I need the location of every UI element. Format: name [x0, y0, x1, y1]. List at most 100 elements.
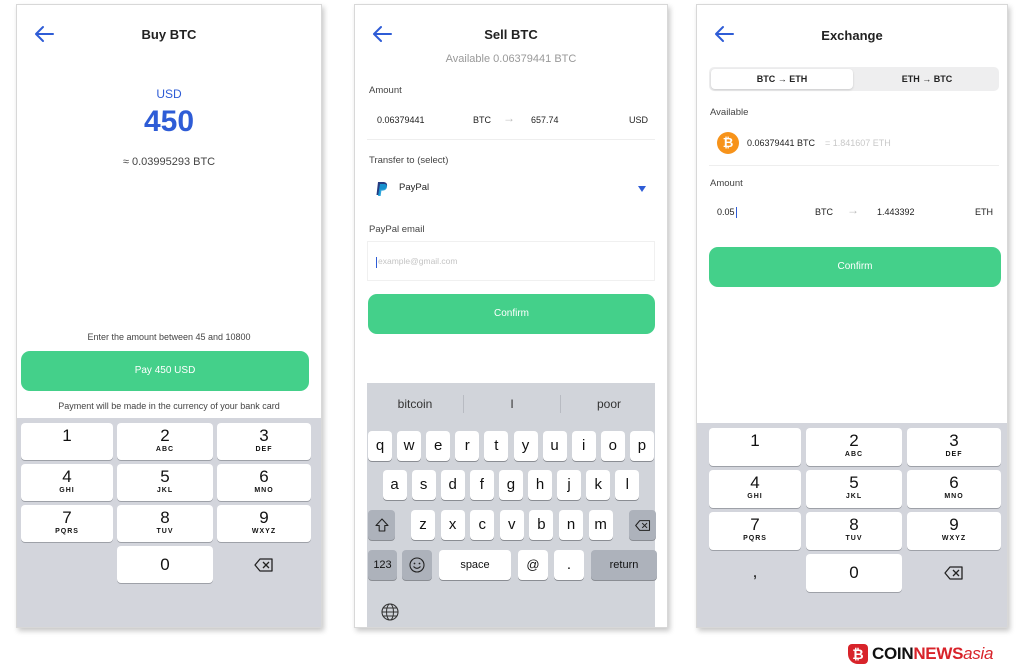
key-s[interactable]: s	[411, 470, 436, 500]
key-v[interactable]: v	[499, 510, 524, 540]
key-w[interactable]: w	[397, 431, 422, 461]
divider	[367, 139, 655, 140]
key-t[interactable]: t	[484, 431, 509, 461]
key-c[interactable]: c	[470, 510, 495, 540]
key-7[interactable]: 7 PQRS	[21, 505, 113, 542]
suggestion-2[interactable]: I	[464, 397, 560, 411]
backspace-icon	[944, 566, 963, 580]
key-q[interactable]: q	[368, 431, 392, 461]
key-2[interactable]: 2 ABC	[806, 428, 902, 466]
key-0[interactable]: 0	[806, 554, 902, 592]
key-7[interactable]: 7 PQRS	[709, 512, 801, 550]
currency-label[interactable]: USD	[17, 87, 321, 101]
btc-amount-input[interactable]: 0.05	[717, 207, 737, 219]
payment-note: Payment will be made in the currency of …	[58, 401, 280, 411]
globe-icon[interactable]	[381, 603, 399, 621]
eth-amount-input[interactable]: 1.443392	[877, 207, 915, 217]
btc-amount-input[interactable]: 0.06379441	[377, 115, 425, 125]
bitcoin-logo-icon: ₿	[848, 644, 868, 664]
divider	[709, 165, 999, 166]
key-3[interactable]: 3 DEF	[217, 423, 311, 460]
key-6[interactable]: 6 MNO	[217, 464, 311, 501]
key-o[interactable]: o	[600, 431, 625, 461]
shift-key[interactable]	[368, 510, 395, 540]
confirm-button[interactable]: Confirm	[368, 294, 655, 334]
range-hint: Enter the amount between 45 and 10800	[87, 332, 251, 342]
return-key[interactable]: return	[591, 550, 657, 580]
delete-key[interactable]	[907, 554, 1001, 592]
amount-display: 450	[143, 105, 195, 138]
key-f[interactable]: f	[469, 470, 494, 500]
at-key[interactable]: @	[518, 550, 548, 580]
space-key[interactable]: space	[439, 550, 511, 580]
backspace-key[interactable]	[629, 510, 656, 540]
buy-btc-screen: Buy BTC USD 450 ≈ 0.03995293 BTC Enter t…	[16, 4, 322, 628]
usd-unit: USD	[629, 115, 649, 125]
btc-unit: BTC	[815, 207, 833, 217]
key-1[interactable]: 1	[21, 423, 113, 460]
key-b[interactable]: b	[529, 510, 554, 540]
key-p[interactable]: p	[629, 431, 654, 461]
suggestion-1[interactable]: bitcoin	[367, 397, 463, 411]
text-cursor	[376, 257, 377, 268]
key-9[interactable]: 9 WXYZ	[907, 512, 1001, 550]
confirm-button[interactable]: Confirm	[709, 247, 1001, 287]
shift-arrow-icon	[374, 518, 389, 532]
comma-key[interactable]: ,	[709, 554, 801, 592]
key-j[interactable]: j	[557, 470, 582, 500]
numbers-key[interactable]: 123	[368, 550, 397, 580]
key-8[interactable]: 8 TUV	[806, 512, 902, 550]
delete-key[interactable]	[217, 546, 311, 583]
key-3[interactable]: 3 DEF	[907, 428, 1001, 466]
key-4[interactable]: 4 GHI	[709, 470, 801, 508]
tab-btc-to-eth[interactable]: BTC → ETH	[711, 69, 853, 89]
key-n[interactable]: n	[559, 510, 583, 540]
dropdown-caret-icon	[638, 186, 646, 192]
backspace-icon	[634, 520, 650, 531]
usd-amount-input[interactable]: 657.74	[531, 115, 559, 125]
key-i[interactable]: i	[571, 431, 596, 461]
dot-key[interactable]: .	[554, 550, 584, 580]
key-5[interactable]: 5 JKL	[117, 464, 213, 501]
key-4[interactable]: 4 GHI	[21, 464, 113, 501]
key-8[interactable]: 8 TUV	[117, 505, 213, 542]
key-h[interactable]: h	[528, 470, 552, 500]
email-input[interactable]: example@gmail.com	[367, 241, 655, 281]
key-r[interactable]: r	[455, 431, 480, 461]
key-d[interactable]: d	[440, 470, 465, 500]
pay-button[interactable]: Pay 450 USD	[21, 351, 309, 391]
key-u[interactable]: u	[542, 431, 567, 461]
arrow-right-icon: →	[847, 203, 859, 217]
key-5[interactable]: 5 JKL	[806, 470, 902, 508]
btc-unit: BTC	[473, 115, 491, 125]
direction-toggle: BTC → ETH ETH → BTC	[709, 67, 999, 91]
key-x[interactable]: x	[440, 510, 465, 540]
screenshot-collage: Buy BTC USD 450 ≈ 0.03995293 BTC Enter t…	[0, 0, 1024, 672]
sell-btc-screen: Sell BTC Available 0.06379441 BTC Amount…	[354, 4, 668, 628]
btc-equivalent: ≈ 0.03995293 BTC	[122, 156, 216, 168]
arrow-right-icon: →	[503, 111, 515, 125]
available-btc: 0.06379441 BTC	[747, 138, 816, 148]
key-1[interactable]: 1	[709, 428, 801, 466]
emoji-key[interactable]	[402, 550, 432, 580]
key-2[interactable]: 2 ABC	[117, 423, 213, 460]
key-a[interactable]: a	[382, 470, 407, 500]
key-g[interactable]: g	[498, 470, 523, 500]
coinnewsasia-logo: ₿ COINNEWSasia	[848, 643, 1018, 667]
logo-wordmark: COINNEWSasia	[872, 644, 994, 663]
amount-label: Amount	[710, 178, 743, 189]
key-e[interactable]: e	[426, 431, 451, 461]
transfer-select[interactable]: PayPal	[367, 171, 655, 209]
key-9[interactable]: 9 WXYZ	[217, 505, 311, 542]
key-m[interactable]: m	[588, 510, 613, 540]
key-0[interactable]: 0	[117, 546, 213, 583]
key-z[interactable]: z	[411, 510, 435, 540]
key-6[interactable]: 6 MNO	[907, 470, 1001, 508]
key-y[interactable]: y	[513, 431, 538, 461]
paypal-icon	[376, 182, 388, 196]
key-k[interactable]: k	[586, 470, 611, 500]
suggestion-3[interactable]: poor	[561, 397, 657, 411]
emoji-icon	[409, 557, 425, 573]
tab-eth-to-btc[interactable]: ETH → BTC	[855, 69, 999, 89]
key-l[interactable]: l	[615, 470, 640, 500]
